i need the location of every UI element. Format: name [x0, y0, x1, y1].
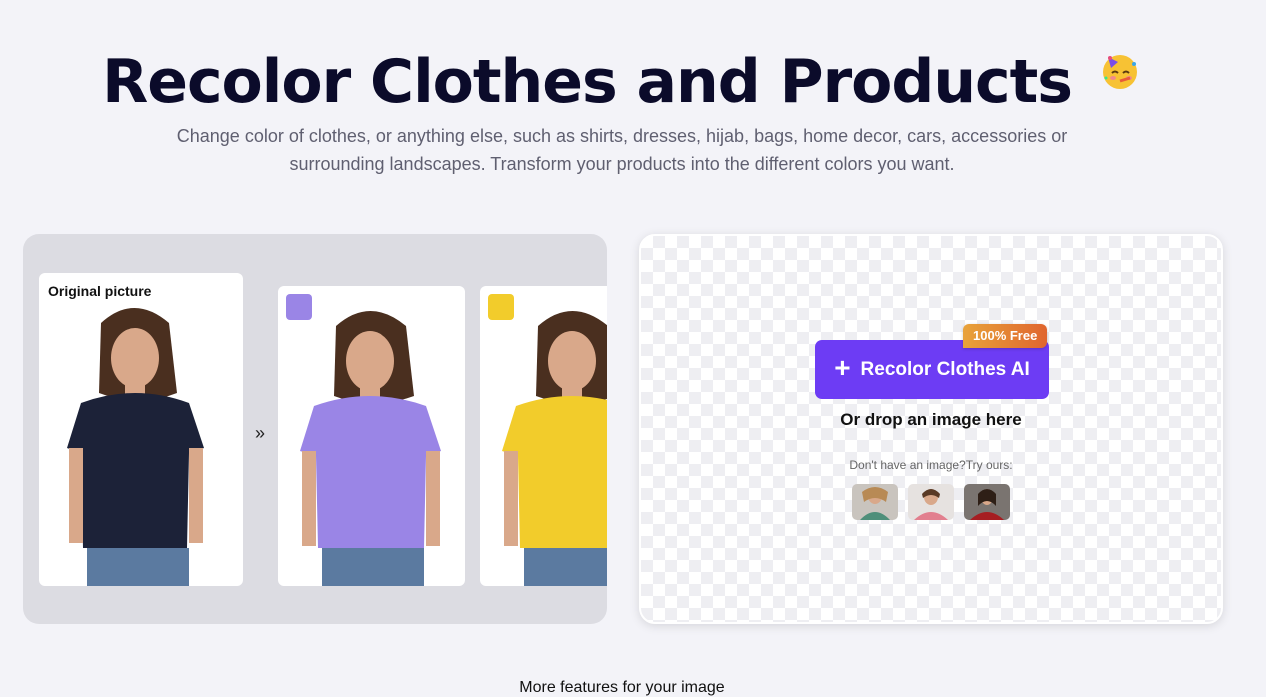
recolor-button-label: Recolor Clothes AI [860, 358, 1030, 380]
original-picture-label: Original picture [48, 283, 152, 299]
sample-image-3[interactable] [964, 484, 1010, 520]
party-face-icon [1098, 34, 1142, 89]
yellow-person-image [502, 311, 607, 586]
more-features-text: More features for your image [519, 679, 725, 696]
try-sample-text: Don't have an image?Try ours: [849, 458, 1013, 472]
drop-image-text: Or drop an image here [840, 410, 1022, 429]
sample-images [852, 484, 1010, 520]
yellow-swatch [488, 294, 514, 320]
demo-panel: Original picture » [23, 234, 607, 624]
free-badge: 100% Free [963, 324, 1048, 348]
plus-icon: + [834, 352, 851, 383]
arrow-icon: » [255, 423, 266, 443]
purple-person-image [300, 311, 441, 586]
purple-swatch [286, 294, 312, 320]
title-text: Recolor Clothes and Products [102, 47, 1073, 117]
sample-image-1[interactable] [852, 484, 898, 520]
sample-image-2[interactable] [908, 484, 954, 520]
recolor-clothes-button[interactable]: + Recolor Clothes AI [815, 340, 1049, 399]
purple-result-card [278, 286, 465, 586]
upload-panel[interactable]: + Recolor Clothes AI 100% Free Or drop a… [639, 234, 1223, 624]
page-title: Recolor Clothes and Products [0, 34, 1244, 120]
yellow-result-card [480, 286, 607, 586]
original-card: Original picture [39, 273, 243, 586]
page-subtitle: Change color of clothes, or anything els… [176, 126, 1068, 174]
original-person-image [67, 308, 204, 586]
